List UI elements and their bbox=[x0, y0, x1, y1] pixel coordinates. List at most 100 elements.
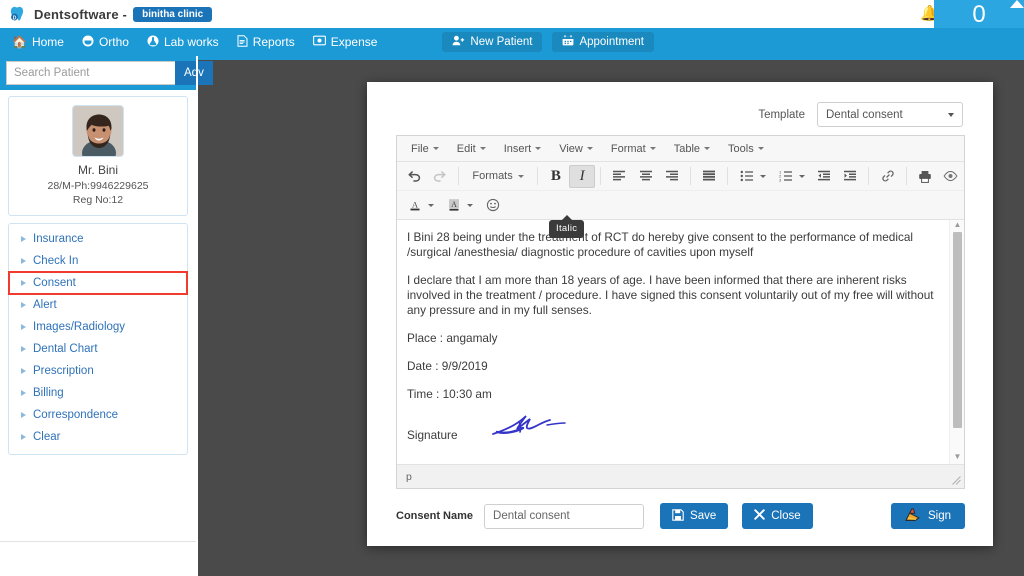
chevron-right-icon bbox=[21, 412, 26, 418]
nav-item-labworks[interactable]: Lab works bbox=[138, 28, 228, 56]
editor-scrollbar-thumb[interactable] bbox=[953, 232, 962, 428]
chevron-right-icon bbox=[21, 390, 26, 396]
rich-text-editor: File Edit Insert View Format Table Tools… bbox=[396, 135, 965, 489]
menu-insert-label: Insert bbox=[503, 142, 532, 155]
sidebar-item-prescription[interactable]: Prescription bbox=[9, 360, 187, 382]
chevron-down-icon bbox=[517, 174, 524, 178]
sidebar-item-check-in[interactable]: Check In bbox=[9, 250, 187, 272]
sidebar-item-correspondence-label: Correspondence bbox=[33, 409, 119, 421]
numbered-list-icon[interactable]: 123 bbox=[772, 165, 799, 188]
outdent-icon[interactable] bbox=[811, 165, 837, 188]
emoticon-icon[interactable] bbox=[479, 194, 506, 217]
nav-item-reports[interactable]: Reports bbox=[228, 28, 304, 56]
template-select[interactable]: Dental consent bbox=[817, 102, 963, 127]
close-button-label: Close bbox=[771, 510, 801, 522]
numbered-list-split[interactable]: 123 bbox=[772, 165, 811, 188]
redo-icon[interactable] bbox=[427, 165, 453, 188]
sign-button[interactable]: Sign bbox=[890, 503, 965, 529]
preview-icon[interactable] bbox=[938, 165, 964, 188]
save-button[interactable]: Save bbox=[660, 503, 729, 529]
link-icon[interactable] bbox=[874, 165, 900, 188]
resize-handle-icon[interactable] bbox=[952, 476, 961, 485]
sidebar-item-images-radiology[interactable]: Images/Radiology bbox=[9, 316, 187, 338]
toolbar-separator bbox=[727, 167, 728, 185]
nav-item-expense[interactable]: Expense bbox=[304, 28, 387, 56]
align-right-icon[interactable] bbox=[659, 165, 685, 188]
patient-search-row: Adv bbox=[0, 56, 213, 90]
print-icon[interactable] bbox=[912, 165, 938, 188]
sidebar-item-billing[interactable]: Billing bbox=[9, 382, 187, 404]
nav-item-labworks-label: Lab works bbox=[163, 35, 219, 49]
menu-view[interactable]: View bbox=[550, 138, 602, 160]
scroll-up-icon[interactable]: ▲ bbox=[950, 220, 964, 232]
signature-image bbox=[489, 408, 581, 447]
sidebar-item-insurance-label: Insurance bbox=[33, 233, 84, 245]
advanced-search-button[interactable]: Adv bbox=[175, 61, 213, 85]
editor-toolbar-row2: A A Italic bbox=[397, 191, 964, 238]
formats-menu-button[interactable]: Formats bbox=[464, 165, 531, 188]
close-button[interactable]: Close bbox=[742, 503, 813, 529]
bold-icon[interactable]: B bbox=[543, 165, 569, 188]
text-color-split[interactable]: A bbox=[401, 194, 440, 217]
background-color-split[interactable]: A bbox=[440, 194, 479, 217]
chevron-right-icon bbox=[21, 324, 26, 330]
chevron-down-icon bbox=[535, 147, 542, 150]
chevron-down-icon bbox=[948, 112, 954, 117]
sidebar-item-insurance[interactable]: Insurance bbox=[9, 228, 187, 250]
checkin-tab-notch bbox=[1010, 0, 1024, 10]
chevron-down-icon bbox=[757, 147, 764, 150]
menu-tools-label: Tools bbox=[728, 142, 754, 155]
background-color-icon[interactable]: A bbox=[440, 194, 467, 217]
patient-reg-no: Reg No:12 bbox=[72, 194, 124, 206]
menu-tools[interactable]: Tools bbox=[719, 138, 773, 160]
sidebar-item-images-radiology-label: Images/Radiology bbox=[33, 321, 126, 333]
sidebar-item-alert[interactable]: Alert bbox=[9, 294, 187, 316]
nav-item-home[interactable]: 🏠 Home bbox=[0, 28, 73, 56]
editor-content-area[interactable]: I Bini 28 being under the treatment of R… bbox=[397, 220, 964, 464]
indent-icon[interactable] bbox=[837, 165, 863, 188]
search-patient-input[interactable] bbox=[6, 61, 175, 85]
sidebar-item-dental-chart[interactable]: Dental Chart bbox=[9, 338, 187, 360]
chevron-down-icon bbox=[799, 174, 805, 178]
undo-icon[interactable] bbox=[401, 165, 427, 188]
ortho-icon bbox=[82, 35, 94, 50]
menu-format[interactable]: Format bbox=[602, 138, 665, 160]
bullet-list-split[interactable] bbox=[733, 165, 772, 188]
sidebar-item-correspondence[interactable]: Correspondence bbox=[9, 404, 187, 426]
patient-menu: Insurance Check In Consent Alert Images/… bbox=[8, 223, 188, 455]
patient-name: Mr. Bini bbox=[77, 163, 118, 177]
menu-file[interactable]: File bbox=[402, 138, 448, 160]
chevron-right-icon bbox=[21, 302, 26, 308]
align-center-icon[interactable] bbox=[632, 165, 658, 188]
sidebar-item-consent[interactable]: Consent bbox=[8, 271, 188, 295]
sidebar-item-clear[interactable]: Clear bbox=[9, 426, 187, 448]
appointment-button[interactable]: Appointment bbox=[552, 32, 655, 52]
align-left-icon[interactable] bbox=[606, 165, 632, 188]
chevron-down-icon bbox=[432, 147, 439, 150]
menu-table[interactable]: Table bbox=[665, 138, 719, 160]
consent-name-input[interactable] bbox=[484, 503, 645, 529]
app-root: D Dentsoftware - binitha clinic 🔔 00 0 C… bbox=[0, 0, 1024, 576]
nav-item-ortho-label: Ortho bbox=[98, 35, 129, 49]
text-color-icon[interactable]: A bbox=[401, 194, 428, 217]
consent-time: Time : 10:30 am bbox=[407, 387, 492, 401]
italic-icon[interactable]: I bbox=[568, 164, 596, 188]
scroll-down-icon[interactable]: ▼ bbox=[950, 452, 964, 464]
template-label: Template bbox=[758, 108, 805, 121]
svg-text:3: 3 bbox=[779, 178, 782, 182]
menu-edit[interactable]: Edit bbox=[448, 138, 495, 160]
menu-insert[interactable]: Insert bbox=[495, 138, 551, 160]
svg-text:D: D bbox=[13, 15, 17, 21]
new-patient-button[interactable]: New Patient bbox=[442, 32, 543, 52]
close-icon bbox=[754, 509, 765, 523]
chevron-down-icon bbox=[467, 203, 473, 207]
consent-paragraph-1: I Bini 28 being under the treatment of R… bbox=[407, 230, 914, 259]
editor-scrollbar[interactable]: ▲ ▼ bbox=[949, 220, 964, 464]
bullet-list-icon[interactable] bbox=[733, 165, 760, 188]
consent-place: Place : angamaly bbox=[407, 331, 498, 345]
editor-element-path[interactable]: p bbox=[406, 471, 412, 483]
nav-item-home-label: Home bbox=[31, 35, 64, 49]
align-justify-icon[interactable] bbox=[696, 165, 722, 188]
nav-item-ortho[interactable]: Ortho bbox=[73, 28, 138, 56]
italic-tooltip: Italic bbox=[549, 215, 585, 238]
